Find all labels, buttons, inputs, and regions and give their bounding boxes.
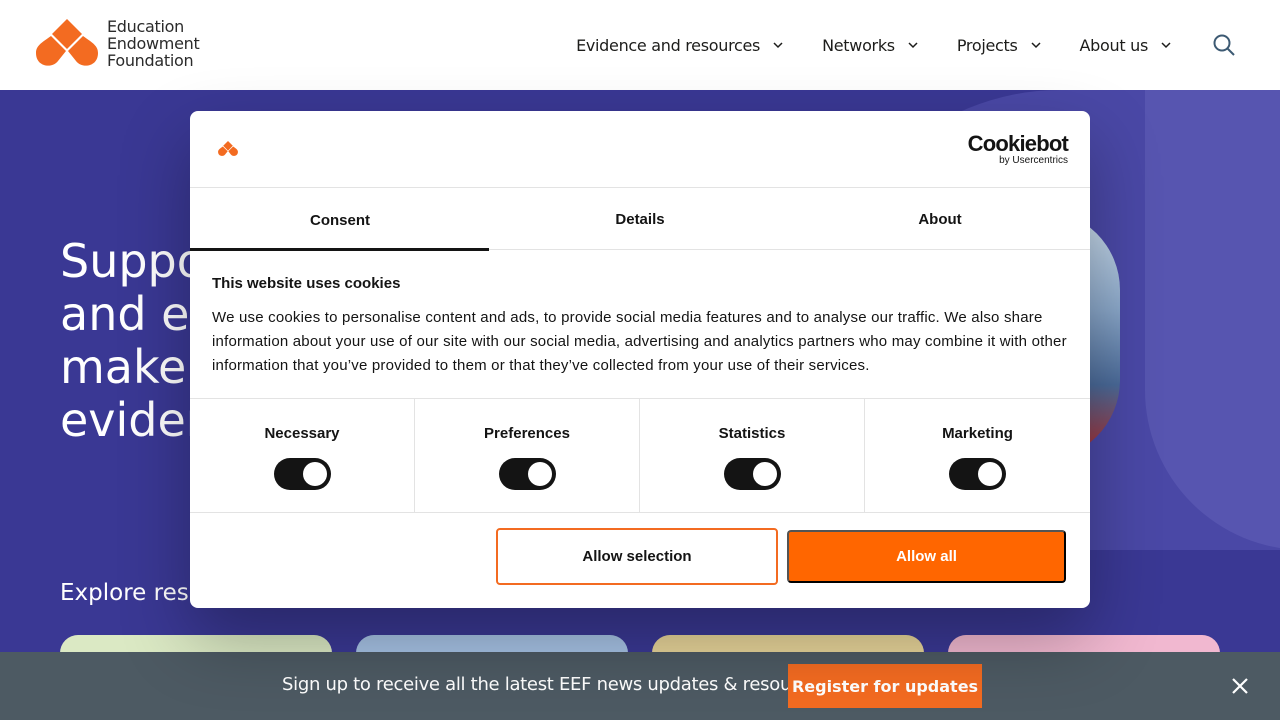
category-necessary: Necessary (190, 399, 415, 512)
cookiebot-name: Cookiebot (967, 131, 1069, 156)
eef-logo-icon (36, 18, 98, 66)
category-label: Marketing (942, 425, 1013, 442)
nav-projects[interactable]: Projects (957, 36, 1042, 55)
dialog-body: This website uses cookies We use cookies… (212, 275, 1072, 378)
register-for-updates-button[interactable]: Register for updates (788, 664, 982, 708)
nav-about-us[interactable]: About us (1080, 36, 1172, 55)
nav-evidence-and-resources[interactable]: Evidence and resources (576, 36, 784, 55)
chevron-down-icon (1161, 42, 1171, 49)
category-label: Statistics (718, 425, 786, 442)
dialog-heading: This website uses cookies (212, 275, 401, 292)
nav-networks[interactable]: Networks (822, 36, 919, 55)
signup-bar: Sign up to receive all the latest EEF ne… (0, 652, 1280, 720)
signup-text: Sign up to receive all the latest EEF ne… (282, 674, 828, 695)
dialog-tabs: Consent Details About (190, 188, 1090, 251)
category-statistics: Statistics (640, 399, 865, 512)
close-icon[interactable] (1230, 676, 1250, 696)
cookiebot-by: by Usercentrics (999, 155, 1068, 166)
dialog-description: We use cookies to personalise content an… (212, 309, 1067, 374)
eef-logo-icon (218, 141, 238, 156)
consent-categories: Necessary Preferences Statistics Marketi… (190, 398, 1090, 513)
preferences-toggle[interactable] (498, 458, 556, 490)
category-marketing: Marketing (865, 399, 1090, 512)
category-label: Necessary (264, 425, 340, 442)
allow-all-button[interactable]: Allow all (787, 530, 1066, 583)
marketing-toggle[interactable] (949, 458, 1006, 490)
category-preferences: Preferences (415, 399, 640, 512)
tab-about[interactable]: About (790, 188, 1090, 250)
search-icon[interactable] (1212, 33, 1236, 57)
dialog-header: Cookiebot by Usercentrics (190, 111, 1090, 188)
cookiebot-logo[interactable]: Cookiebot by Usercentrics (967, 131, 1069, 167)
toggle-knob (978, 462, 1002, 486)
statistics-toggle[interactable] (723, 458, 781, 490)
chevron-down-icon (1031, 42, 1041, 49)
eef-logo[interactable]: Education Endowment Foundation (36, 17, 200, 70)
allow-selection-button[interactable]: Allow selection (496, 528, 778, 585)
site-header: Education Endowment Foundation Evidence … (0, 0, 1280, 90)
nav-label: Networks (822, 35, 895, 55)
main-nav: Evidence and resources Networks Projects… (538, 0, 1236, 90)
toggle-knob (752, 462, 777, 486)
chevron-down-icon (908, 42, 918, 49)
category-label: Preferences (484, 425, 570, 442)
logo-line-1: Education (107, 17, 184, 36)
tab-consent[interactable]: Consent (190, 188, 490, 251)
logo-wordmark: Education Endowment Foundation (107, 17, 200, 70)
cookie-consent-dialog: Cookiebot by Usercentrics Consent Detail… (190, 111, 1090, 608)
explore-heading: Explore reso (60, 580, 203, 606)
chevron-down-icon (773, 42, 783, 49)
necessary-toggle[interactable] (273, 458, 331, 490)
nav-label: Evidence and resources (576, 35, 761, 55)
logo-line-3: Foundation (107, 51, 194, 70)
tab-details[interactable]: Details (490, 188, 790, 250)
toggle-knob (302, 462, 327, 486)
nav-label: About us (1079, 35, 1149, 55)
logo-line-2: Endowment (107, 34, 200, 53)
nav-label: Projects (956, 35, 1018, 55)
toggle-knob (527, 462, 552, 486)
